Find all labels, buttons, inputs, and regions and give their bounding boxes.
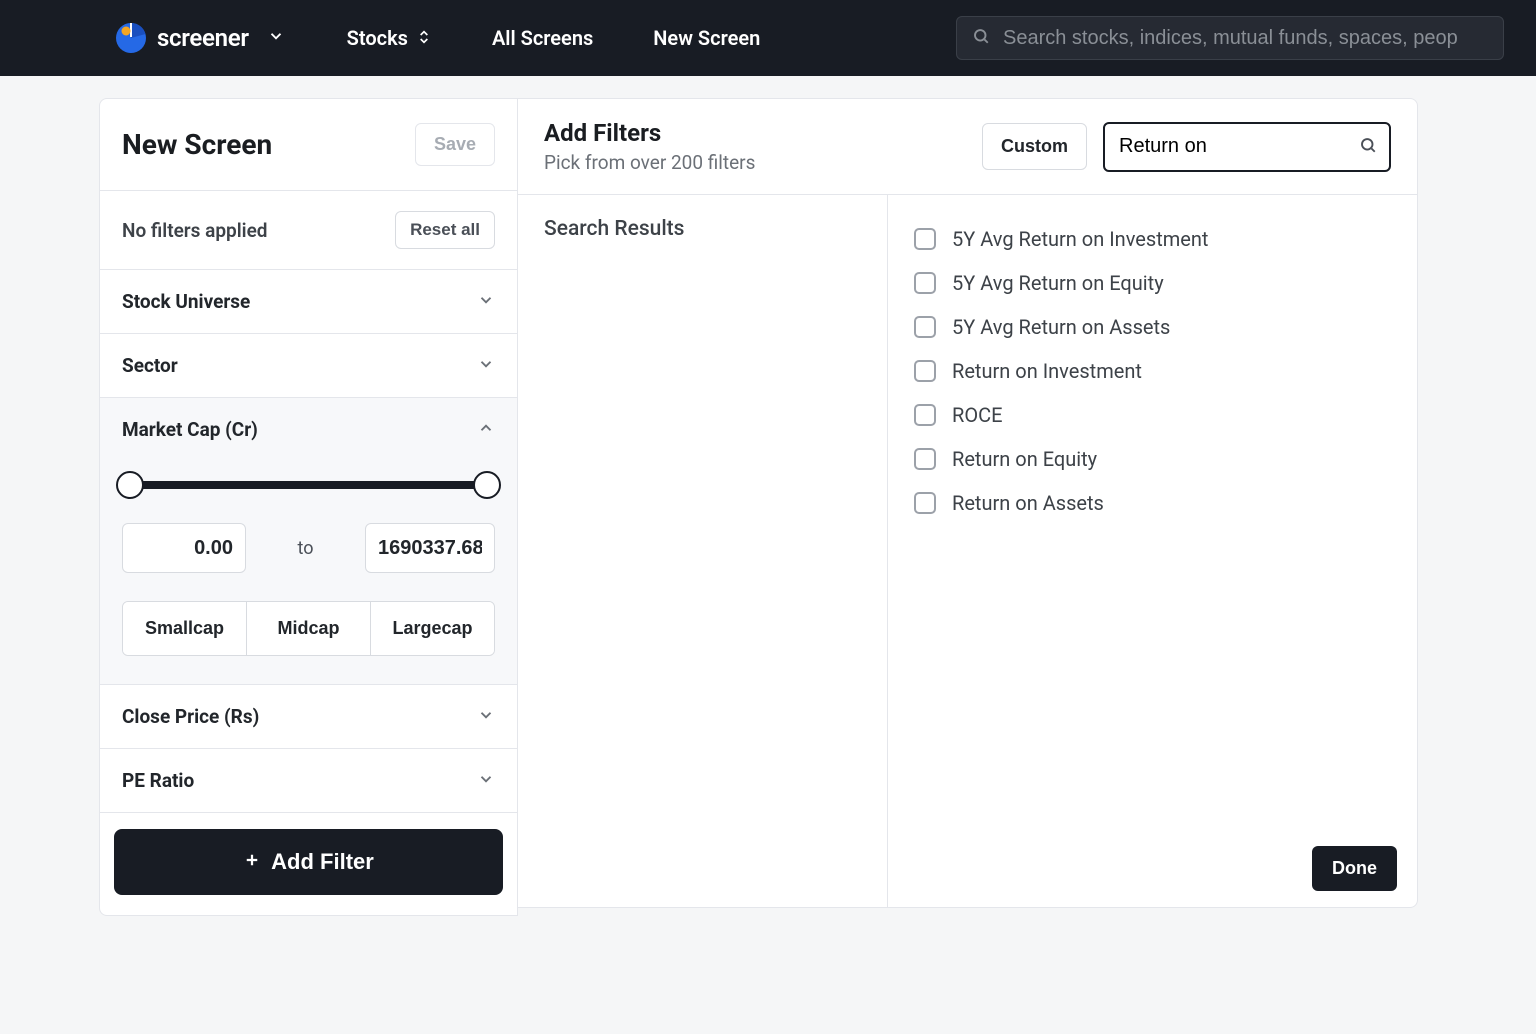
slider-track bbox=[126, 481, 491, 489]
checkbox-icon[interactable] bbox=[914, 448, 936, 470]
chevron-down-icon bbox=[477, 706, 495, 728]
screen-title: New Screen bbox=[122, 128, 272, 161]
section-label: Close Price (Rs) bbox=[122, 705, 259, 728]
section-stock-universe[interactable]: Stock Universe bbox=[100, 270, 517, 334]
nav-new-screen[interactable]: New Screen bbox=[635, 26, 778, 50]
checkbox-icon[interactable] bbox=[914, 360, 936, 382]
market-cap-slider[interactable] bbox=[122, 467, 495, 503]
range-to-label: to bbox=[264, 538, 347, 559]
filter-search-input[interactable] bbox=[1103, 122, 1391, 172]
range-max-input[interactable] bbox=[365, 523, 495, 573]
filter-option-label: 5Y Avg Return on Assets bbox=[952, 315, 1170, 339]
screener-logo-icon bbox=[115, 22, 147, 54]
filter-option-label: Return on Assets bbox=[952, 491, 1104, 515]
section-label: PE Ratio bbox=[122, 769, 194, 792]
checkbox-icon[interactable] bbox=[914, 272, 936, 294]
brand[interactable]: screener bbox=[115, 22, 285, 54]
cap-midcap-button[interactable]: Midcap bbox=[246, 602, 370, 655]
section-label: Stock Universe bbox=[122, 290, 250, 313]
range-min-input[interactable] bbox=[122, 523, 246, 573]
nav-stocks[interactable]: Stocks bbox=[329, 26, 450, 50]
add-filters-title: Add Filters bbox=[544, 119, 966, 147]
add-filters-header: Add Filters Pick from over 200 filters C… bbox=[518, 99, 1417, 195]
section-market-cap: Market Cap (Cr) to Smallcap Midcap Large… bbox=[100, 398, 517, 685]
range-inputs: to bbox=[122, 523, 495, 573]
filter-option-label: ROCE bbox=[952, 403, 1002, 427]
filter-option[interactable]: 5Y Avg Return on Investment bbox=[914, 217, 1391, 261]
section-close-price[interactable]: Close Price (Rs) bbox=[100, 685, 517, 749]
filter-option-label: Return on Investment bbox=[952, 359, 1142, 383]
add-filter-button[interactable]: Add Filter bbox=[114, 829, 503, 895]
filter-option[interactable]: Return on Investment bbox=[914, 349, 1391, 393]
custom-filter-button[interactable]: Custom bbox=[982, 123, 1087, 170]
add-filters-subtitle: Pick from over 200 filters bbox=[544, 151, 966, 174]
section-label: Market Cap (Cr) bbox=[122, 418, 258, 441]
chevron-up-icon[interactable] bbox=[477, 419, 495, 441]
results-section-column: Search Results bbox=[518, 195, 888, 907]
search-icon bbox=[972, 27, 990, 49]
filter-option[interactable]: Return on Assets bbox=[914, 481, 1391, 525]
filters-status-row: No filters applied Reset all bbox=[100, 191, 517, 270]
section-label: Sector bbox=[122, 354, 178, 377]
nav-all-screens[interactable]: All Screens bbox=[474, 26, 611, 50]
filter-option[interactable]: 5Y Avg Return on Equity bbox=[914, 261, 1391, 305]
filter-options-list: 5Y Avg Return on Investment 5Y Avg Retur… bbox=[888, 195, 1417, 907]
nav-stocks-label: Stocks bbox=[347, 26, 408, 50]
section-sector[interactable]: Sector bbox=[100, 334, 517, 398]
filter-option[interactable]: 5Y Avg Return on Assets bbox=[914, 305, 1391, 349]
checkbox-icon[interactable] bbox=[914, 404, 936, 426]
filter-search bbox=[1103, 122, 1391, 172]
filter-option-label: Return on Equity bbox=[952, 447, 1097, 471]
search-results-heading: Search Results bbox=[544, 217, 861, 241]
top-navbar: screener Stocks All Screens New Screen bbox=[0, 0, 1536, 76]
checkbox-icon[interactable] bbox=[914, 316, 936, 338]
chevron-down-icon bbox=[477, 770, 495, 792]
save-button[interactable]: Save bbox=[415, 123, 495, 166]
filter-option-label: 5Y Avg Return on Investment bbox=[952, 227, 1208, 251]
cap-smallcap-button[interactable]: Smallcap bbox=[123, 602, 246, 655]
filter-option[interactable]: ROCE bbox=[914, 393, 1391, 437]
filter-option[interactable]: Return on Equity bbox=[914, 437, 1391, 481]
no-filters-label: No filters applied bbox=[122, 219, 268, 242]
cap-largecap-button[interactable]: Largecap bbox=[370, 602, 494, 655]
chevron-down-icon bbox=[267, 27, 285, 49]
chevron-down-icon bbox=[477, 291, 495, 313]
checkbox-icon[interactable] bbox=[914, 228, 936, 250]
plus-icon bbox=[243, 849, 261, 875]
global-search bbox=[956, 16, 1504, 60]
checkbox-icon[interactable] bbox=[914, 492, 936, 514]
screen-header: New Screen Save bbox=[100, 99, 517, 191]
slider-thumb-max[interactable] bbox=[473, 471, 501, 499]
global-search-input[interactable] bbox=[956, 16, 1504, 60]
chevron-down-icon bbox=[477, 355, 495, 377]
cap-preset-group: Smallcap Midcap Largecap bbox=[122, 601, 495, 656]
brand-name: screener bbox=[157, 24, 249, 52]
section-pe-ratio[interactable]: PE Ratio bbox=[100, 749, 517, 813]
done-button[interactable]: Done bbox=[1312, 846, 1397, 891]
filter-option-label: 5Y Avg Return on Equity bbox=[952, 271, 1164, 295]
slider-thumb-min[interactable] bbox=[116, 471, 144, 499]
add-filter-label: Add Filter bbox=[271, 849, 374, 875]
add-filters-panel: Add Filters Pick from over 200 filters C… bbox=[518, 98, 1418, 908]
updown-icon bbox=[416, 26, 432, 50]
screen-builder-panel: New Screen Save No filters applied Reset… bbox=[99, 98, 518, 916]
reset-all-button[interactable]: Reset all bbox=[395, 211, 495, 249]
search-icon bbox=[1359, 136, 1377, 158]
